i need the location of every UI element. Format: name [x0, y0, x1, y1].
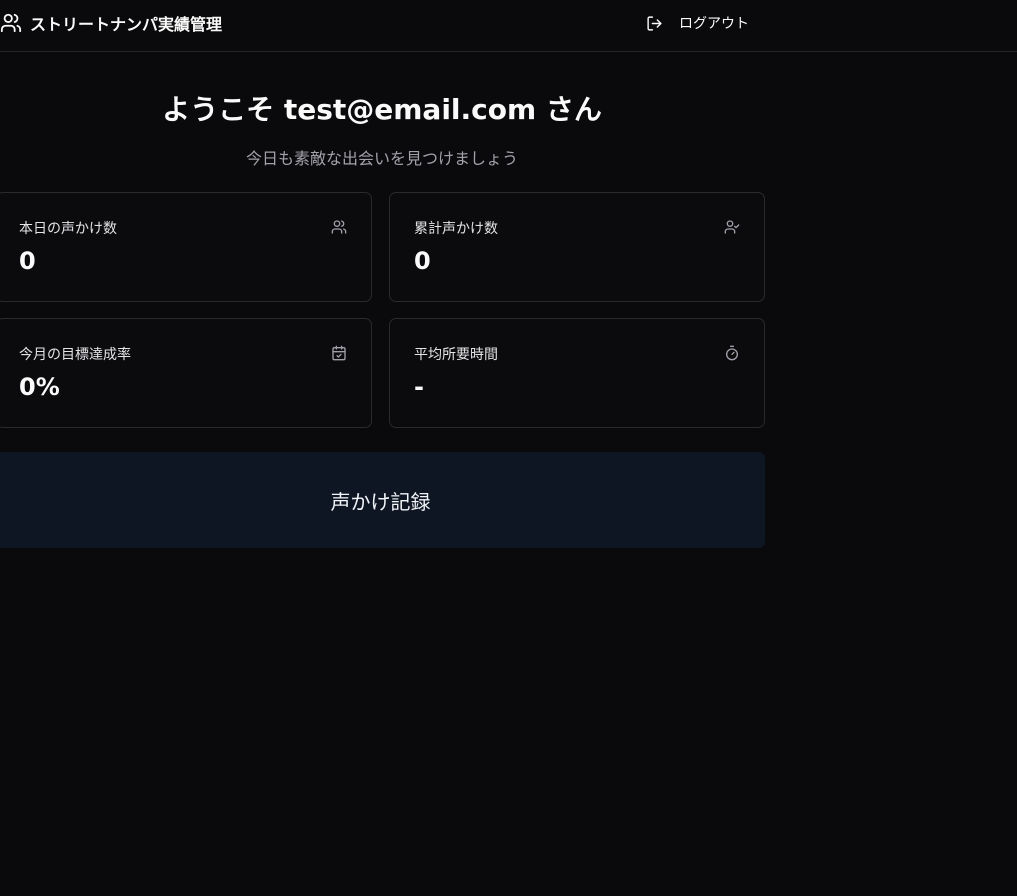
- welcome-title: ようこそ test@email.com さん: [162, 93, 602, 126]
- record-approach-button[interactable]: 声かけ記録: [0, 452, 765, 548]
- log-out-icon: [647, 15, 662, 31]
- stat-card-monthly-goal: 今月の目標達成率 0%: [0, 318, 372, 428]
- user-check-icon: [724, 220, 740, 234]
- stat-card-today: 本日の声かけ数 0: [0, 192, 372, 302]
- stat-value: 0: [414, 247, 431, 275]
- logout-button[interactable]: ログアウト: [646, 12, 749, 34]
- users-icon: [0, 13, 22, 33]
- stat-value: 0: [19, 247, 36, 275]
- app-header: ストリートナンパ実績管理 ログアウト: [0, 0, 1017, 52]
- stat-value: 0%: [19, 373, 60, 401]
- app-title: ストリートナンパ実績管理: [30, 15, 223, 34]
- calendar-check-icon: [332, 345, 346, 361]
- brand: ストリートナンパ実績管理: [0, 11, 222, 35]
- logout-label: ログアウト: [679, 16, 749, 32]
- stat-card-average-time: 平均所要時間 -: [389, 318, 765, 428]
- stat-label: 累計声かけ数: [414, 221, 498, 237]
- stat-label: 平均所要時間: [414, 347, 498, 363]
- timer-icon: [726, 345, 738, 361]
- stat-value: -: [414, 373, 424, 401]
- stat-card-total: 累計声かけ数 0: [389, 192, 765, 302]
- stat-label: 本日の声かけ数: [19, 221, 117, 237]
- stat-label: 今月の目標達成率: [19, 347, 131, 363]
- users-icon: [331, 220, 347, 234]
- welcome-subtitle: 今日も素敵な出会いを見つけましょう: [245, 149, 518, 168]
